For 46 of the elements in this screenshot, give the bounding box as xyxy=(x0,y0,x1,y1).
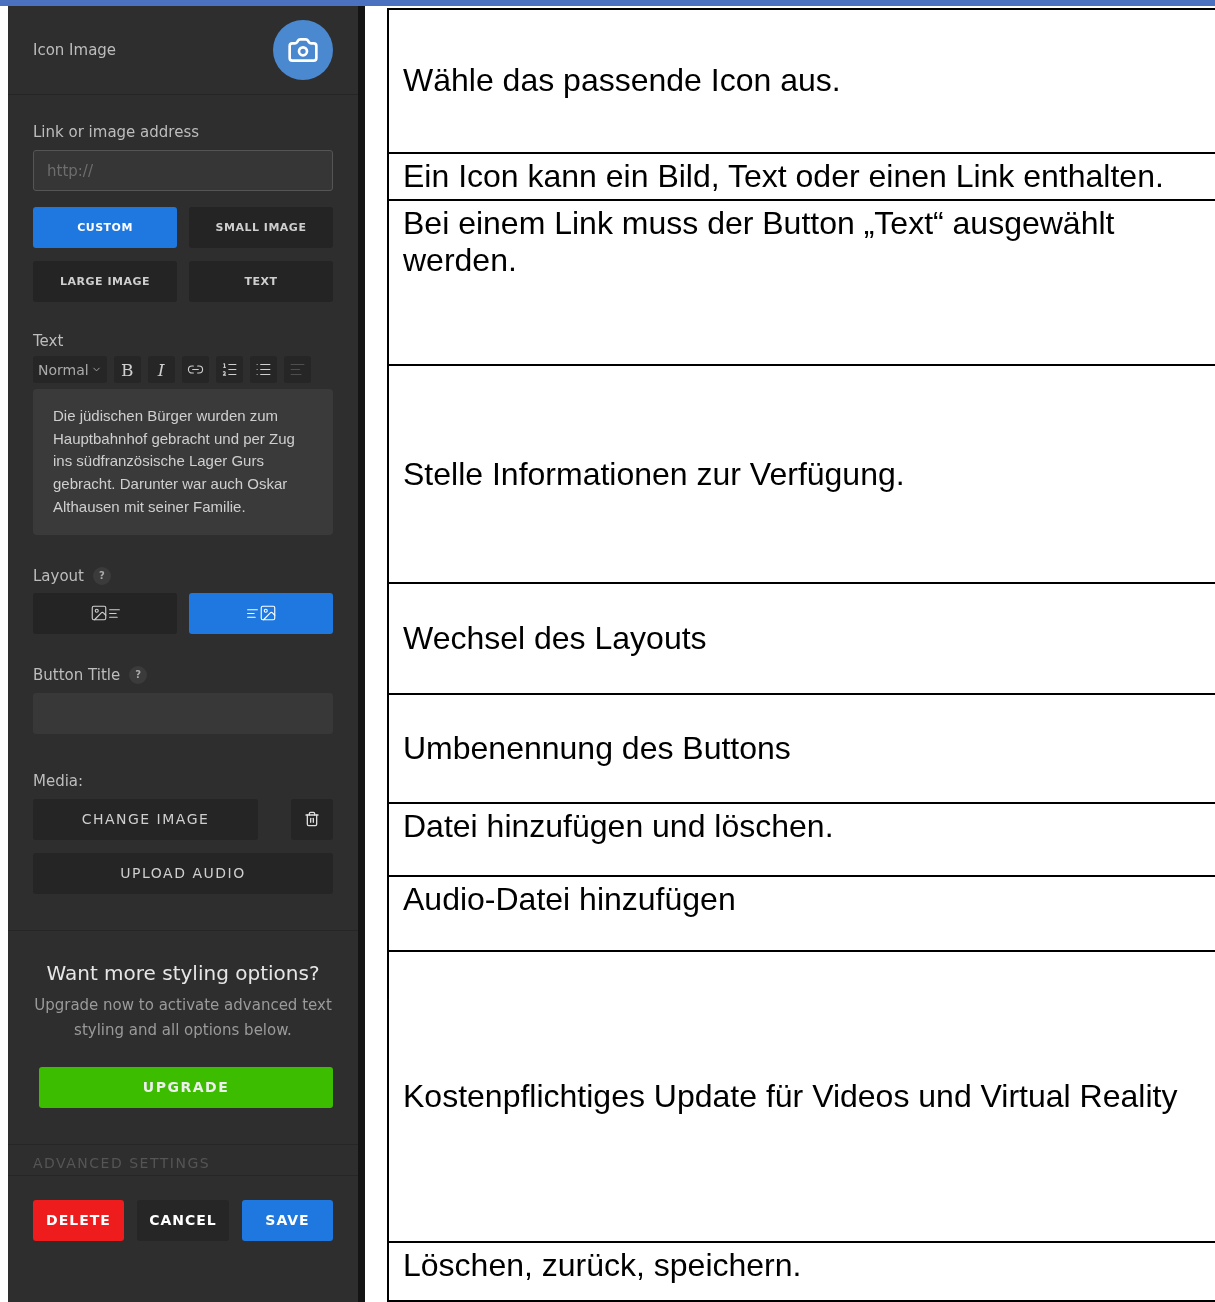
field-label: Media: xyxy=(33,771,85,790)
align-icon xyxy=(288,361,306,378)
toolbar-button[interactable] xyxy=(249,356,277,383)
text-image-icon xyxy=(245,604,277,622)
table-cell: Kostenpflichtiges Update für Videos und Virtual Reality xyxy=(403,1077,1178,1115)
upgrade-title: Want more styling options? xyxy=(45,960,321,985)
format-dropdown[interactable]: Normal xyxy=(33,356,107,383)
section-label: Icon Image xyxy=(33,41,117,59)
upgrade-text: Upgrade now to activate advanced text styling and all options below. xyxy=(33,994,333,1041)
table-cell: Wähle das passende Icon aus. xyxy=(403,62,841,100)
toolbar-button[interactable] xyxy=(181,356,209,383)
table-cell: Umbenennung des Buttons xyxy=(403,730,791,768)
toolbar-button[interactable]: I xyxy=(147,356,175,383)
field-label: Button Title xyxy=(33,665,121,684)
display-option-button[interactable]: TEXT xyxy=(189,261,333,302)
help-badge[interactable]: ? xyxy=(93,566,111,585)
table-cell-text: Bei einem Link muss der Button „Text“ ausgewählt werden. xyxy=(403,205,1116,280)
display-option-button[interactable]: SMALL IMAGE xyxy=(189,207,333,248)
camera-icon[interactable] xyxy=(273,20,333,80)
display-option-button[interactable]: CUSTOM xyxy=(33,207,177,248)
cancel-button[interactable]: CANCEL xyxy=(137,1199,229,1241)
table-cell: Wechsel des Layouts xyxy=(403,620,707,658)
delete-icon[interactable] xyxy=(291,798,333,840)
field-label: Text xyxy=(33,332,65,350)
table-cell: Audio-Datei hinzufügen xyxy=(403,881,736,919)
upload-audio-button[interactable]: UPLOAD AUDIO xyxy=(33,852,333,894)
table-cell: Datei hinzufügen und löschen. xyxy=(403,808,834,846)
numbered-list-icon xyxy=(220,361,238,378)
help-badge[interactable]: ? xyxy=(129,665,148,684)
field-label: Layout xyxy=(33,566,84,585)
field-label: Link or image address xyxy=(33,123,201,141)
table-cell: Löschen, zurück, speichern. xyxy=(403,1246,802,1284)
toolbar-button[interactable]: B xyxy=(113,356,141,383)
delete-button[interactable]: DELETE xyxy=(33,1199,124,1241)
table-cell: Stelle Informationen zur Verfügung. xyxy=(403,455,905,493)
image-text-icon xyxy=(89,604,121,622)
italic-button[interactable]: I xyxy=(157,359,165,380)
bullet-list-icon xyxy=(254,361,272,378)
layout-option-button[interactable] xyxy=(189,592,333,634)
display-option-button[interactable]: LARGE IMAGE xyxy=(33,261,177,302)
table-cell: Ein Icon kann ein Bild, Text oder einen Link enthalten. xyxy=(403,158,1164,195)
toolbar-button[interactable] xyxy=(215,356,243,383)
save-button[interactable]: SAVE xyxy=(242,1199,333,1241)
change-image-button[interactable]: CHANGE IMAGE xyxy=(33,798,258,840)
text-editor[interactable]: Die jüdischen Bürger wurden zum Hauptbahnhof gebracht und per Zug ins südfranzösische Lager Gurs gebracht. Darunter war auch Oskar Althausen mit seiner Familie. xyxy=(33,389,333,535)
bold-button[interactable]: B xyxy=(120,359,134,380)
